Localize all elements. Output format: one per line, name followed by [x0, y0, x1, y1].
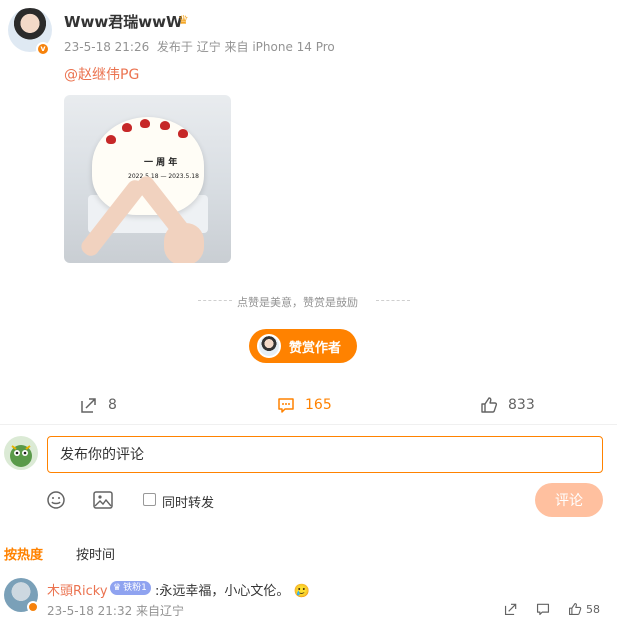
fan-badge-icon: ♛: [113, 583, 122, 593]
reward-button-label: 赞赏作者: [289, 339, 342, 355]
comment-text: :永远幸福，小心文伦。 🥲: [155, 580, 310, 599]
comment-input[interactable]: [47, 436, 603, 473]
comment-icon: [536, 603, 550, 616]
reward-author-button[interactable]: 赞赏作者: [249, 329, 357, 363]
author-name[interactable]: Www君瑞wwW: [64, 11, 183, 32]
current-user-avatar: [4, 436, 38, 470]
hand-palm: [164, 223, 204, 263]
post-source: 发布于 辽宁 来自 iPhone 14 Pro: [156, 40, 335, 54]
heart-decoration: [140, 119, 150, 128]
reward-avatar: [257, 334, 281, 358]
comment-repost-button[interactable]: [504, 602, 518, 616]
comment-reply-button[interactable]: [536, 602, 550, 616]
like-button[interactable]: 833: [480, 396, 535, 414]
verified-badge-icon: [27, 601, 39, 613]
comment-like-button[interactable]: 58: [568, 602, 600, 616]
comment-button[interactable]: 165: [277, 396, 332, 414]
comment-count: 165: [305, 397, 332, 413]
like-count: 833: [508, 397, 535, 413]
heart-decoration: [178, 129, 188, 138]
post-time[interactable]: 23-5-18 21:26: [64, 40, 149, 54]
heart-decoration: [122, 123, 132, 132]
post-image[interactable]: 一 周 年 2022.5.18 — 2023.5.18: [64, 95, 231, 263]
emoji-sticker-icon: 🥲: [293, 584, 310, 599]
divider: [0, 424, 617, 425]
cake-inscription: 一 周 年: [144, 158, 178, 168]
commenter-name[interactable]: 木頭Ricky: [47, 580, 108, 599]
tab-sort-hot[interactable]: 按热度: [4, 544, 43, 563]
repost-count: 8: [108, 397, 117, 413]
reward-tip: 点赞是美意，赞赏是鼓励: [237, 296, 358, 309]
image-icon[interactable]: [93, 491, 113, 509]
submit-comment-button[interactable]: 评论: [535, 483, 603, 517]
emoji-icon[interactable]: [46, 490, 66, 510]
comment-body: :永远幸福，小心文伦。: [155, 584, 290, 599]
fan-badge-label: 铁粉1: [123, 583, 147, 593]
crown-icon: ♛: [178, 13, 189, 27]
repost-checkbox[interactable]: [143, 493, 156, 506]
divider-right: [376, 300, 410, 301]
repost-label[interactable]: 同时转发: [162, 492, 214, 511]
repost-icon: [504, 603, 517, 616]
repost-icon: [81, 398, 96, 413]
heart-decoration: [160, 121, 170, 130]
heart-decoration: [106, 135, 116, 144]
mention-link[interactable]: @赵继伟PG: [64, 64, 139, 84]
comment-meta: 23-5-18 21:32 来自辽宁: [47, 604, 185, 618]
repost-button[interactable]: 8: [80, 396, 117, 414]
post-meta: 23-5-18 21:26 发布于 辽宁 来自 iPhone 14 Pro: [64, 38, 335, 55]
thumbs-up-icon: [481, 397, 498, 413]
divider-left: [198, 300, 232, 301]
fan-badge: ♛ 铁粉1: [110, 581, 151, 595]
comment-icon: [278, 398, 294, 413]
verified-badge-icon: v: [36, 42, 50, 56]
thumbs-up-icon: [569, 603, 582, 615]
comment-like-count: 58: [586, 602, 600, 616]
tab-sort-time[interactable]: 按时间: [76, 544, 115, 563]
